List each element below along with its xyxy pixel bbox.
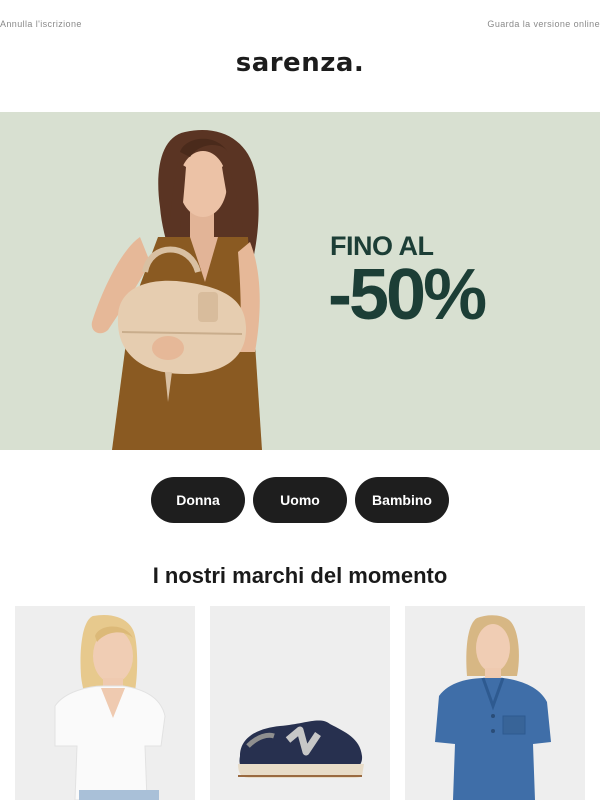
brand-card-2[interactable] — [210, 606, 390, 800]
category-buttons: Donna Uomo Bambino — [0, 477, 600, 523]
white-tshirt-model-image — [15, 606, 195, 800]
sarenza-logo[interactable]: sarenza. — [0, 48, 600, 78]
brand-card-3[interactable] — [405, 606, 585, 800]
category-button-bambino[interactable]: Bambino — [355, 477, 449, 523]
hero-discount: -50% — [328, 255, 487, 335]
denim-shirt-model-image — [405, 606, 585, 800]
hero-banner[interactable]: FINO AL -50% — [0, 112, 600, 450]
category-button-uomo[interactable]: Uomo — [253, 477, 347, 523]
view-online-link[interactable]: Guarda la versione online — [487, 19, 600, 29]
navy-sneaker-image — [210, 606, 390, 800]
brand-card-1[interactable] — [15, 606, 195, 800]
hero-model-image — [91, 129, 262, 450]
hero-headline: FINO AL -50% — [328, 232, 487, 335]
brands-grid — [15, 606, 585, 800]
category-button-donna[interactable]: Donna — [151, 477, 245, 523]
email-top-bar: Annulla l'iscrizione Guarda la versione … — [0, 0, 600, 50]
brands-section-title: I nostri marchi del momento — [152, 563, 448, 588]
unsubscribe-link[interactable]: Annulla l'iscrizione — [0, 19, 82, 29]
